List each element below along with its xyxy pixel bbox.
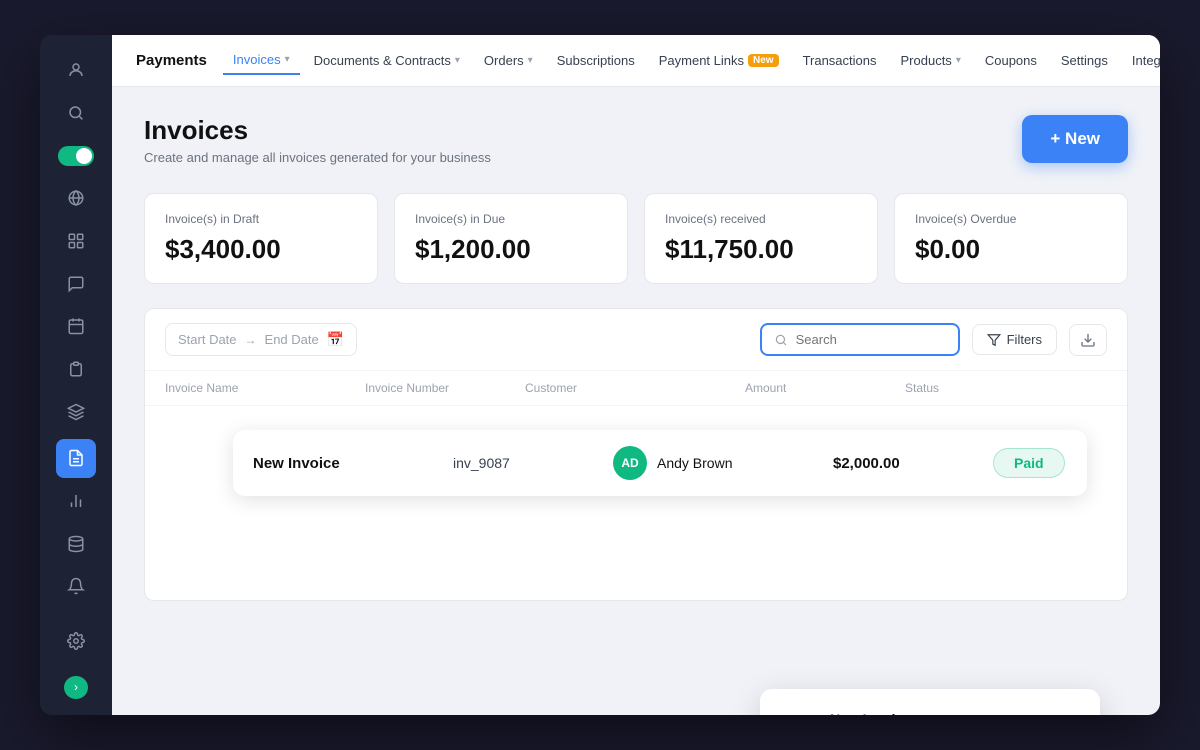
start-date-label: Start Date [178,332,237,347]
end-date-label: End Date [265,332,319,347]
invoices-table: Start Date → End Date 📅 Filters [144,308,1128,601]
sidebar-bell-icon[interactable] [56,567,96,606]
sidebar-user-icon[interactable] [56,51,96,90]
nav-item-coupons[interactable]: Coupons [975,47,1047,74]
new-button-label: + New [1050,129,1100,149]
nav-item-integrations[interactable]: Integrations [1122,47,1160,74]
new-invoice-dropdown: New Invoice Send a one-time invoice to t… [760,689,1100,715]
main-content: Payments Invoices ▾ Documents & Contract… [112,35,1160,715]
nav-item-payment-links[interactable]: Payment Links New [649,47,789,74]
sidebar-globe-icon[interactable] [56,179,96,218]
sidebar: › [40,35,112,715]
download-button[interactable] [1069,324,1107,356]
sidebar-calendar-icon[interactable] [56,307,96,346]
stat-label-draft: Invoice(s) in Draft [165,212,357,226]
products-chevron-icon: ▾ [956,55,961,66]
sidebar-gear-icon[interactable] [56,621,96,660]
download-icon [1080,332,1096,348]
sidebar-toggle[interactable] [56,136,96,175]
page-title-block: Invoices Create and manage all invoices … [144,115,491,165]
search-icon [774,333,788,347]
invoice-amount: $2,000.00 [833,455,993,472]
sidebar-grid-icon[interactable] [56,222,96,261]
sidebar-expand-button[interactable]: › [64,676,88,699]
filters-button[interactable]: Filters [972,324,1057,355]
sidebar-integrations-icon[interactable] [56,392,96,431]
invoice-status: Paid [993,448,1067,478]
stat-card-draft: Invoice(s) in Draft $3,400.00 [144,193,378,284]
stat-value-draft: $3,400.00 [165,234,357,265]
sidebar-chat-icon[interactable] [56,264,96,303]
invoices-chevron-icon: ▾ [285,54,290,65]
dropdown-item-new-invoice[interactable]: New Invoice Send a one-time invoice to t… [768,697,1092,715]
stat-value-received: $11,750.00 [665,234,857,265]
stat-label-overdue: Invoice(s) Overdue [915,212,1107,226]
status-badge-paid: Paid [993,448,1065,478]
header-status: Status [905,381,1107,395]
new-button[interactable]: + New [1022,115,1128,163]
filters-label: Filters [1007,332,1042,347]
nav-item-documents[interactable]: Documents & Contracts ▾ [304,47,470,74]
nav-item-subscriptions[interactable]: Subscriptions [547,47,645,74]
dollar-circle-icon [780,713,816,715]
page-subtitle: Create and manage all invoices generated… [144,150,491,165]
stat-card-received: Invoice(s) received $11,750.00 [644,193,878,284]
invoice-row-name: New Invoice [253,455,453,472]
table-row[interactable]: New Invoice inv_9087 AD Andy Brown $2,00… [233,430,1087,496]
date-range-picker[interactable]: Start Date → End Date 📅 [165,323,357,356]
payment-links-badge: New [748,54,779,67]
stat-card-due: Invoice(s) in Due $1,200.00 [394,193,628,284]
calendar-icon: 📅 [327,331,344,348]
header-invoice-name: Invoice Name [165,381,365,395]
customer-cell: AD Andy Brown [613,446,833,480]
stat-value-overdue: $0.00 [915,234,1107,265]
sidebar-analytics-icon[interactable] [56,482,96,521]
filter-icon [987,333,1001,347]
new-invoice-text: New Invoice Send a one-time invoice to t… [830,711,1080,715]
page-body: Invoices Create and manage all invoices … [112,87,1160,715]
nav-item-invoices[interactable]: Invoices ▾ [223,46,300,75]
table-headers: Invoice Name Invoice Number Customer Amo… [145,371,1127,406]
customer-avatar: AD [613,446,647,480]
invoice-row-number: inv_9087 [453,455,613,471]
stat-value-due: $1,200.00 [415,234,607,265]
header-customer: Customer [525,381,745,395]
sidebar-database-icon[interactable] [56,524,96,563]
stat-card-overdue: Invoice(s) Overdue $0.00 [894,193,1128,284]
header-invoice-number: Invoice Number [365,381,525,395]
arrow-icon: → [245,333,257,347]
stat-label-received: Invoice(s) received [665,212,857,226]
sidebar-invoice-active-icon[interactable] [56,439,96,478]
documents-chevron-icon: ▾ [455,55,460,66]
page-title: Invoices [144,115,491,146]
header-amount: Amount [745,381,905,395]
nav-brand: Payments [136,52,207,69]
search-box[interactable] [760,323,960,356]
sidebar-search-icon[interactable] [56,94,96,133]
top-nav: Payments Invoices ▾ Documents & Contract… [112,35,1160,87]
new-invoice-title: New Invoice [830,711,1080,715]
search-input[interactable] [796,332,936,347]
nav-item-products[interactable]: Products ▾ [891,47,971,74]
page-header: Invoices Create and manage all invoices … [144,115,1128,165]
table-toolbar: Start Date → End Date 📅 Filters [145,309,1127,371]
nav-item-transactions[interactable]: Transactions [793,47,887,74]
orders-chevron-icon: ▾ [528,55,533,66]
stat-label-due: Invoice(s) in Due [415,212,607,226]
nav-item-settings[interactable]: Settings [1051,47,1118,74]
nav-item-orders[interactable]: Orders ▾ [474,47,543,74]
sidebar-clipboard-icon[interactable] [56,350,96,389]
customer-name: Andy Brown [657,455,732,471]
stats-row: Invoice(s) in Draft $3,400.00 Invoice(s)… [144,193,1128,284]
